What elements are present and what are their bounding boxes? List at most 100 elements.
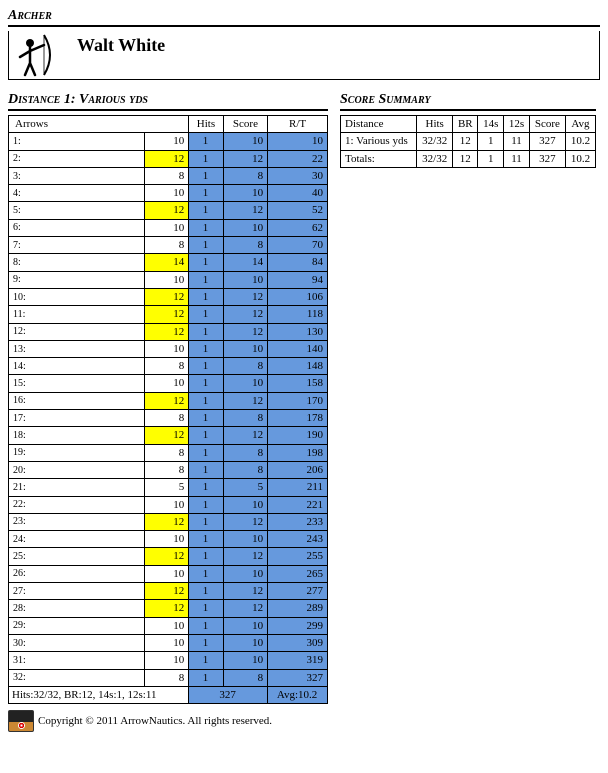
arrow-value: 12 — [144, 427, 188, 444]
table-row: 10:12112106 — [9, 288, 328, 305]
row-number: 32: — [9, 669, 145, 686]
table-row: 30:10110309 — [9, 634, 328, 651]
row-rt: 62 — [268, 219, 328, 236]
row-number: 23: — [9, 513, 145, 530]
table-row: 22:10110221 — [9, 496, 328, 513]
arrow-value: 12 — [144, 323, 188, 340]
summary-panel: Score Summary Distance Hits BR 14s 12s S… — [340, 92, 596, 168]
summary-table: Distance Hits BR 14s 12s Score Avg 1: Va… — [340, 115, 596, 168]
summary-row: 1: Various yds32/321211132710.2 — [341, 133, 596, 150]
row-hits: 1 — [189, 548, 224, 565]
row-number: 6: — [9, 219, 145, 236]
row-number: 5: — [9, 202, 145, 219]
row-score: 12 — [223, 600, 267, 617]
row-rt: 255 — [268, 548, 328, 565]
arrow-value: 12 — [144, 150, 188, 167]
archer-section-title: Archer — [8, 8, 600, 27]
row-hits: 1 — [189, 133, 224, 150]
arrow-value: 10 — [144, 565, 188, 582]
arrow-value: 12 — [144, 202, 188, 219]
arrow-value: 10 — [144, 496, 188, 513]
row-hits: 1 — [189, 167, 224, 184]
row-rt: 190 — [268, 427, 328, 444]
row-score: 14 — [223, 254, 267, 271]
table-row: 15:10110158 — [9, 375, 328, 392]
row-number: 21: — [9, 479, 145, 496]
row-hits: 1 — [189, 340, 224, 357]
row-number: 4: — [9, 185, 145, 202]
row-number: 26: — [9, 565, 145, 582]
row-score: 5 — [223, 479, 267, 496]
sum-distance: Totals: — [341, 150, 417, 167]
arrow-value: 12 — [144, 600, 188, 617]
row-score: 12 — [223, 323, 267, 340]
archer-name: Walt White — [69, 31, 173, 60]
row-score: 8 — [223, 444, 267, 461]
table-row: 6:1011062 — [9, 219, 328, 236]
row-score: 10 — [223, 531, 267, 548]
row-score: 10 — [223, 219, 267, 236]
row-number: 9: — [9, 271, 145, 288]
row-rt: 118 — [268, 306, 328, 323]
table-row: 16:12112170 — [9, 392, 328, 409]
row-hits: 1 — [189, 531, 224, 548]
sum-avg: 10.2 — [565, 150, 595, 167]
row-rt: 178 — [268, 410, 328, 427]
row-hits: 1 — [189, 634, 224, 651]
sum-score: 327 — [529, 150, 565, 167]
row-rt: 130 — [268, 323, 328, 340]
arrow-value: 10 — [144, 531, 188, 548]
arrow-value: 8 — [144, 358, 188, 375]
arrow-value: 12 — [144, 583, 188, 600]
row-number: 13: — [9, 340, 145, 357]
sum-col-14s: 14s — [478, 116, 504, 133]
arrow-value: 8 — [144, 410, 188, 427]
row-rt: 148 — [268, 358, 328, 375]
row-score: 12 — [223, 548, 267, 565]
table-row: 28:12112289 — [9, 600, 328, 617]
table-row: 5:1211252 — [9, 202, 328, 219]
table-row: 27:12112277 — [9, 583, 328, 600]
arrow-value: 10 — [144, 185, 188, 202]
row-score: 8 — [223, 410, 267, 427]
row-number: 25: — [9, 548, 145, 565]
row-hits: 1 — [189, 392, 224, 409]
table-row: 19:818198 — [9, 444, 328, 461]
row-score: 12 — [223, 392, 267, 409]
table-row: 32:818327 — [9, 669, 328, 686]
sum-distance: 1: Various yds — [341, 133, 417, 150]
arrow-value: 8 — [144, 237, 188, 254]
row-hits: 1 — [189, 479, 224, 496]
distance-title: Distance 1: Various yds — [8, 92, 328, 111]
row-score: 10 — [223, 375, 267, 392]
row-hits: 1 — [189, 323, 224, 340]
arrow-value: 8 — [144, 461, 188, 478]
row-hits: 1 — [189, 652, 224, 669]
row-number: 17: — [9, 410, 145, 427]
row-rt: 265 — [268, 565, 328, 582]
row-rt: 327 — [268, 669, 328, 686]
row-rt: 22 — [268, 150, 328, 167]
table-row: 8:1411484 — [9, 254, 328, 271]
row-number: 16: — [9, 392, 145, 409]
arrow-value: 10 — [144, 219, 188, 236]
row-score: 12 — [223, 513, 267, 530]
row-rt: 206 — [268, 461, 328, 478]
row-number: 20: — [9, 461, 145, 478]
table-row: 14:818148 — [9, 358, 328, 375]
row-number: 31: — [9, 652, 145, 669]
col-score: Score — [223, 116, 267, 133]
row-score: 10 — [223, 617, 267, 634]
sum-col-distance: Distance — [341, 116, 417, 133]
sum-br: 12 — [453, 133, 478, 150]
sum-avg: 10.2 — [565, 133, 595, 150]
row-score: 10 — [223, 340, 267, 357]
row-rt: 40 — [268, 185, 328, 202]
row-number: 7: — [9, 237, 145, 254]
arrow-value: 8 — [144, 167, 188, 184]
arrownautics-logo-icon — [8, 710, 34, 732]
footer-avg: Avg:10.2 — [268, 686, 328, 703]
sum-col-12s: 12s — [504, 116, 530, 133]
row-score: 10 — [223, 185, 267, 202]
col-rt: R/T — [268, 116, 328, 133]
